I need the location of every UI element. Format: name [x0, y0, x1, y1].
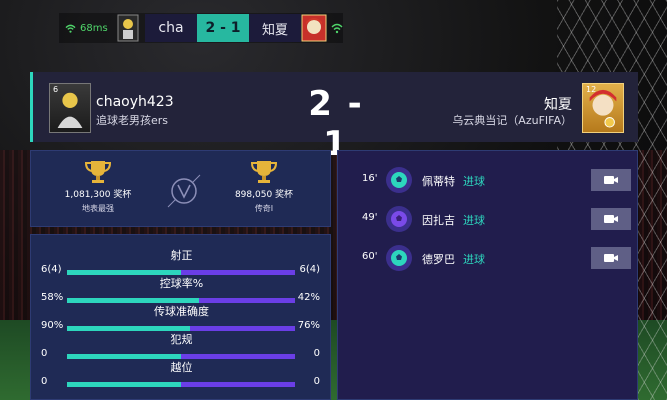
- replay-button[interactable]: [591, 169, 631, 191]
- camera-icon: [604, 254, 618, 262]
- event-minute: 49': [362, 212, 378, 223]
- away-trophies: 898,050 奖杯 传奇I: [219, 159, 309, 214]
- goal-ball-icon: [386, 167, 412, 193]
- stat-away-value: 76%: [297, 320, 320, 331]
- stat-home-value: 0: [41, 376, 48, 387]
- home-trophies: 1,081,300 奖杯 地表最强: [53, 159, 143, 214]
- stat-home-value: 6(4): [41, 264, 62, 275]
- event-player: 因扎吉: [422, 214, 455, 227]
- wifi-icon: [65, 24, 76, 33]
- stat-bar-away: [181, 382, 295, 387]
- event-row: 16' 佩蒂特 进球: [338, 165, 639, 195]
- stat-label: 越位: [170, 361, 193, 374]
- stat-away-value: 0: [313, 348, 320, 359]
- ping-value: 68ms: [80, 22, 108, 34]
- hud-away-team: 知夏: [249, 14, 301, 42]
- event-player: 佩蒂特: [422, 175, 455, 188]
- trophy-panel: 1,081,300 奖杯 地表最强 898,050 奖杯 传奇I: [30, 150, 331, 227]
- stat-label: 传球准确度: [154, 305, 209, 318]
- stat-away-value: 6(4): [299, 264, 320, 275]
- home-team-badge-icon: [117, 14, 139, 42]
- away-rank: 传奇I: [254, 204, 274, 213]
- stat-offsides: 越位 0 0: [31, 359, 332, 391]
- event-minute: 60': [362, 251, 378, 262]
- home-avatar: 6: [49, 83, 91, 133]
- replay-button[interactable]: [591, 208, 631, 230]
- event-type: 进球: [463, 175, 485, 188]
- home-player-name: chaoyh423: [96, 94, 174, 110]
- stat-home-value: 90%: [41, 320, 64, 331]
- home-club-name: 追球老男孩ers: [96, 114, 169, 127]
- event-minute: 16': [362, 173, 378, 184]
- home-rank: 地表最强: [82, 204, 114, 213]
- event-type: 进球: [463, 253, 485, 266]
- match-stats-panel: 射正 6(4) 6(4) 控球率% 58% 42% 传球准确度 90% 76% …: [30, 234, 331, 400]
- stat-label: 射正: [170, 249, 193, 262]
- match-events-panel: 16' 佩蒂特 进球 49' 因扎吉 进球 60' 德罗巴 进球: [337, 150, 638, 400]
- event-row: 49' 因扎吉 进球: [338, 204, 639, 234]
- event-row: 60' 德罗巴 进球: [338, 243, 639, 273]
- goal-ball-icon: [386, 245, 412, 271]
- versus-icon: [167, 174, 201, 208]
- connection-icon: [331, 23, 343, 34]
- stat-away-value: 0: [313, 376, 320, 387]
- away-avatar: 12: [582, 83, 624, 133]
- hud-score: 2 - 1: [197, 14, 249, 42]
- match-header: 6 chaoyh423 追球老男孩ers 2 - 1 知夏 乌云典当记（AzuF…: [30, 72, 638, 164]
- away-player-name: 知夏: [544, 97, 572, 113]
- away-club-name: 乌云典当记（AzuFIFA）: [452, 114, 572, 127]
- home-trophy-count: 1,081,300 奖杯: [64, 190, 132, 200]
- trophy-icon: [84, 161, 112, 183]
- replay-button[interactable]: [591, 247, 631, 269]
- stat-label: 控球率%: [159, 277, 204, 290]
- stat-home-value: 58%: [41, 292, 64, 303]
- away-level: 12: [586, 85, 597, 94]
- away-trophy-count: 898,050 奖杯: [234, 190, 294, 200]
- stat-bar-home: [67, 382, 181, 387]
- goal-ball-icon: [386, 206, 412, 232]
- hud-home-team: cha: [145, 14, 197, 42]
- event-player: 德罗巴: [422, 253, 455, 266]
- camera-icon: [604, 176, 618, 184]
- stat-home-value: 0: [41, 348, 48, 359]
- score-hud: 68ms cha 2 - 1 知夏: [59, 13, 343, 43]
- stat-away-value: 42%: [297, 292, 320, 303]
- ping-indicator: 68ms: [59, 23, 117, 34]
- away-team-badge-icon: [301, 14, 327, 42]
- camera-icon: [604, 215, 618, 223]
- home-level: 6: [53, 85, 59, 94]
- trophy-icon: [250, 161, 278, 183]
- stat-label: 犯规: [170, 333, 193, 346]
- event-type: 进球: [463, 214, 485, 227]
- stat-bar: [67, 382, 295, 387]
